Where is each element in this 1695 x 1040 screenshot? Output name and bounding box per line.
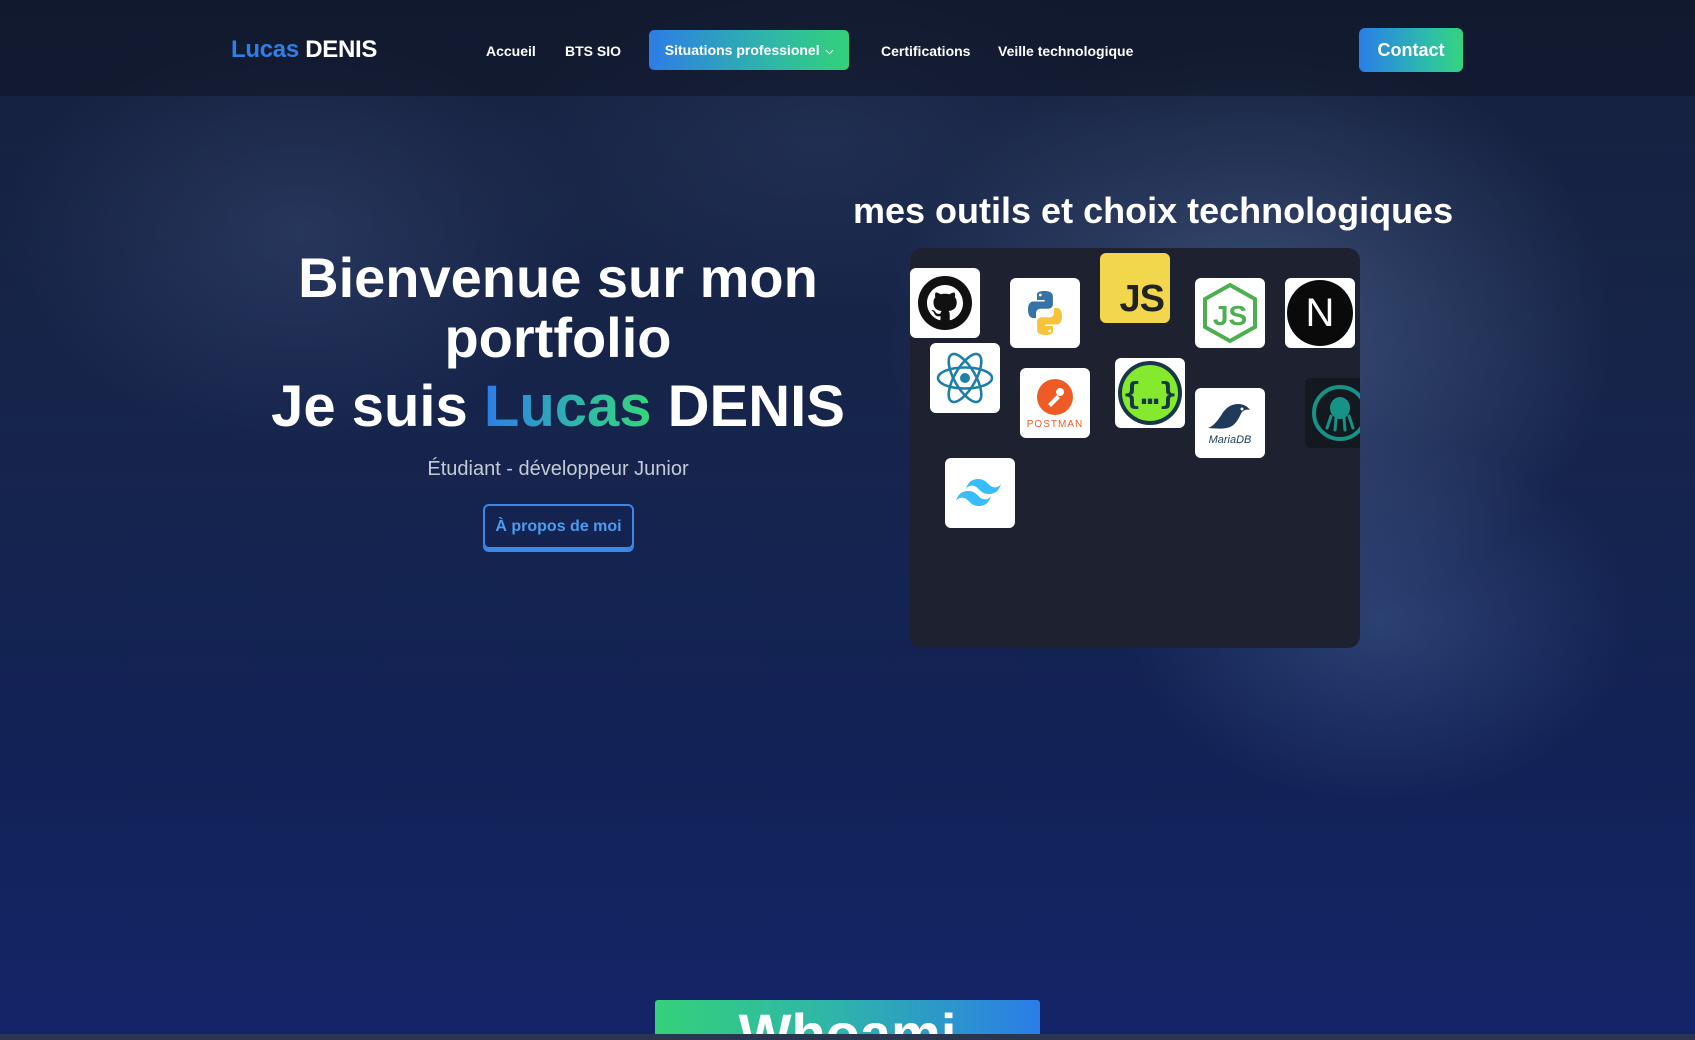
logo-first-name: Lucas [231,36,299,63]
nav-link-bts-sio[interactable]: BTS SIO [565,43,621,59]
hero-intro: Je suis Lucas DENIS [238,375,878,439]
javascript-icon: JS [1100,253,1170,323]
postman-icon: POSTMAN [1020,368,1090,438]
hero-name-first: Lucas [483,374,652,439]
tools-title: mes outils et choix technologiques [853,190,1454,231]
hero-subtitle: Étudiant - développeur Junior [427,458,689,480]
nodejs-icon: JS [1195,278,1265,348]
nextjs-icon: N [1285,278,1355,348]
nav-dropdown-situations[interactable]: Situations professionel ⌵ [649,30,849,70]
about-me-button[interactable]: À propos de moi [483,504,634,549]
contact-button[interactable]: Contact [1359,28,1463,72]
site-logo[interactable]: Lucas DENIS [231,36,377,64]
swagger-icon: {…} [1115,358,1185,428]
nav-link-certifications[interactable]: Certifications [881,43,970,59]
svg-text:JS: JS [1213,300,1247,331]
mariadb-label: MariaDB [1208,434,1252,446]
gitkraken-icon [1305,378,1360,448]
hero-title: Bienvenue sur mon portfolio [298,246,818,369]
navbar: Lucas DENIS Accueil BTS SIO Situations p… [0,0,1695,96]
hero-name-last: DENIS [667,374,845,439]
svg-text:{…}: {…} [1123,377,1177,412]
tailwind-icon [945,458,1015,528]
nextjs-label: N [1305,290,1335,335]
postman-label: POSTMAN [1026,418,1084,430]
logo-last-name: DENIS [305,36,378,63]
hero-intro-prefix: Je suis [271,374,468,439]
python-icon [1010,278,1080,348]
github-icon [910,268,980,338]
nav-link-veille[interactable]: Veille technologique [998,43,1133,59]
nav-link-accueil[interactable]: Accueil [486,43,536,59]
hero-background-overlay [0,0,1695,1040]
tools-panel: JS JS N POSTMAN {…} MariaDB [910,248,1360,648]
javascript-label: JS [1119,278,1165,320]
nav-dropdown-label: Situations professionel [664,42,820,58]
mariadb-icon: MariaDB [1195,388,1265,458]
scroll-divider [0,1034,1695,1040]
chevron-down-icon: ⌵ [825,45,834,57]
react-icon [930,343,1000,413]
